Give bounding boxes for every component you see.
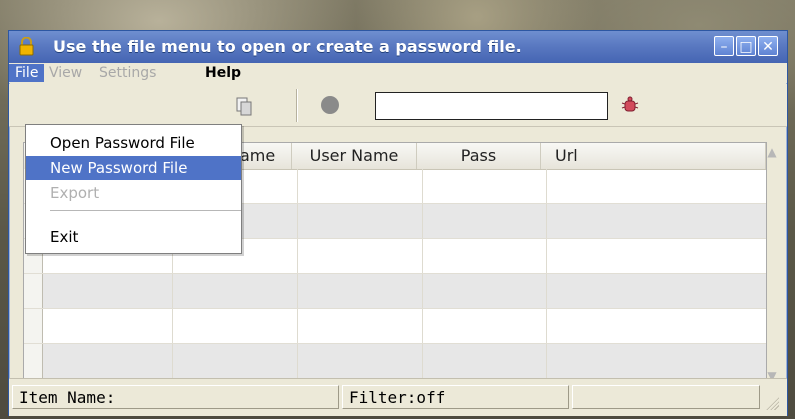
status-item-name: Item Name: — [12, 385, 339, 409]
file-menu-dropdown: Open Password File New Password File Exp… — [25, 124, 242, 254]
row-selector[interactable] — [24, 309, 43, 343]
status-bar: Item Name: Filter:off — [9, 378, 787, 416]
table-cell[interactable] — [42, 309, 173, 343]
table-cell[interactable] — [172, 344, 298, 378]
table-row[interactable] — [24, 344, 766, 379]
table-cell[interactable] — [422, 274, 547, 308]
table-cell[interactable] — [546, 239, 766, 273]
table-row[interactable] — [24, 309, 766, 344]
table-cell[interactable] — [297, 309, 423, 343]
row-selector[interactable] — [24, 274, 43, 308]
column-header-user-name[interactable]: User Name — [292, 143, 417, 169]
table-cell[interactable] — [422, 239, 547, 273]
title-bar: Use the file menu to open or create a pa… — [9, 31, 787, 63]
menu-new-password-file[interactable]: New Password File — [26, 156, 241, 180]
status-filter: Filter:off — [342, 385, 569, 409]
app-window: Use the file menu to open or create a pa… — [8, 30, 788, 416]
table-cell[interactable] — [42, 274, 173, 308]
close-button[interactable]: ✕ — [758, 36, 778, 56]
toolbar — [9, 84, 787, 127]
toolbar-separator — [296, 89, 298, 122]
menu-separator — [50, 210, 241, 211]
filter-input[interactable] — [375, 92, 608, 120]
resize-grip[interactable] — [763, 394, 779, 410]
row-selector[interactable] — [24, 344, 43, 378]
table-cell[interactable] — [546, 204, 766, 238]
table-cell[interactable] — [172, 274, 298, 308]
table-cell[interactable] — [297, 239, 423, 273]
bug-icon[interactable] — [621, 95, 639, 115]
table-cell[interactable] — [546, 274, 766, 308]
table-cell[interactable] — [297, 169, 423, 203]
table-cell[interactable] — [422, 344, 547, 378]
menu-export[interactable]: Export — [26, 181, 241, 205]
table-cell[interactable] — [172, 309, 298, 343]
menu-exit[interactable]: Exit — [26, 225, 241, 249]
window-title: Use the file menu to open or create a pa… — [53, 37, 522, 56]
menu-open-password-file[interactable]: Open Password File — [26, 131, 241, 155]
table-cell[interactable] — [297, 204, 423, 238]
column-header-pass[interactable]: Pass — [417, 143, 541, 169]
table-cell[interactable] — [546, 344, 766, 378]
menu-help[interactable]: Help — [199, 64, 247, 82]
menu-settings[interactable]: Settings — [93, 64, 162, 82]
record-icon[interactable] — [321, 96, 339, 114]
status-empty-panel — [572, 385, 760, 409]
menu-file[interactable]: File — [9, 64, 45, 82]
table-cell[interactable] — [422, 169, 547, 203]
column-header-url[interactable]: Url — [541, 143, 766, 169]
copy-icon[interactable] — [234, 96, 254, 118]
table-cell[interactable] — [422, 309, 547, 343]
table-cell[interactable] — [297, 274, 423, 308]
minimize-button[interactable]: – — [714, 36, 734, 56]
menu-view[interactable]: View — [43, 64, 88, 82]
lock-icon — [19, 37, 34, 56]
table-cell[interactable] — [546, 169, 766, 203]
table-cell[interactable] — [546, 309, 766, 343]
table-cell[interactable] — [42, 344, 173, 378]
maximize-button[interactable]: □ — [736, 36, 756, 56]
table-row[interactable] — [24, 274, 766, 309]
scroll-up-icon[interactable]: ▲ — [763, 143, 781, 161]
table-cell[interactable] — [297, 344, 423, 378]
menu-bar: File View Settings Help — [9, 63, 787, 83]
table-cell[interactable] — [422, 204, 547, 238]
